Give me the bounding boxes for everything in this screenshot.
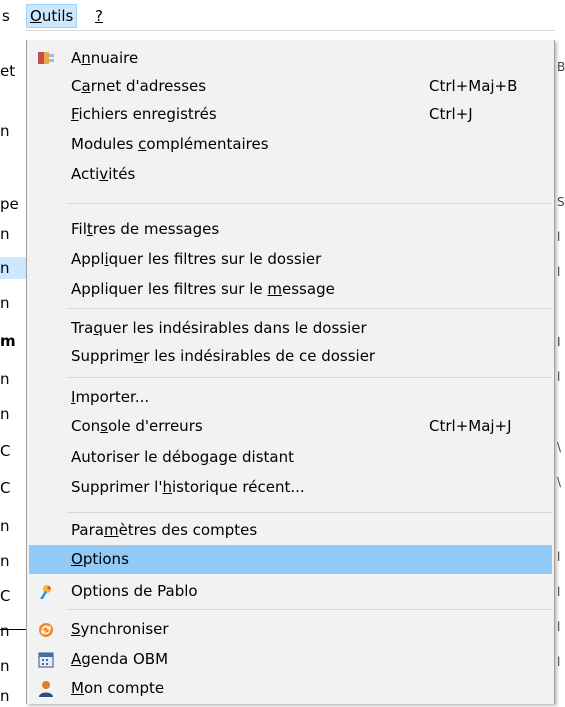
bg-right-fragment: I [557, 335, 561, 349]
menubar-item-previous[interactable]: s [0, 5, 13, 27]
menu-item-annuaire[interactable]: Annuaire [29, 44, 552, 72]
address-book-icon [37, 49, 55, 67]
menu-item-label: Importer... [71, 388, 150, 406]
menubar: s Outils ? [0, 0, 565, 31]
menu-item-appliquer-filtres-dossier[interactable]: Appliquer les filtres sur le dossier [29, 245, 552, 273]
bg-fragment: C [0, 587, 11, 605]
menu-item-appliquer-filtres-message[interactable]: Appliquer les filtres sur le message [29, 275, 552, 303]
bg-fragment: C [0, 479, 11, 497]
menu-item-label: Mon compte [71, 679, 165, 697]
menu-item-options-pablo[interactable]: Options de Pablo [29, 577, 552, 605]
menu-item-label: Supprimer l'historique récent... [71, 478, 305, 496]
bg-fragment: n [0, 552, 10, 570]
background-window-right: B S l l I l \ \ l l l l [555, 30, 565, 704]
menu-item-carnet-adresses[interactable]: Carnet d'adresses Ctrl+Maj+B [29, 72, 552, 100]
bg-fragment-selected: n [0, 257, 26, 279]
user-account-icon [37, 679, 55, 697]
menu-item-traquer-indesirables[interactable]: Traquer les indésirables dans le dossier [29, 314, 552, 342]
menubar-help-label: ? [95, 7, 103, 25]
bg-fragment: n [0, 225, 10, 243]
menu-item-importer[interactable]: Importer... [29, 383, 552, 411]
bg-right-fragment: B [557, 60, 565, 74]
bg-fragment: n [0, 294, 10, 312]
menu-item-debogage-distant[interactable]: Autoriser le débogage distant [29, 443, 552, 471]
bg-fragment: n [0, 517, 10, 535]
bg-right-fragment: \ [557, 440, 562, 454]
menu-item-parametres-comptes[interactable]: Paramètres des comptes [29, 516, 552, 544]
bg-fragment: C [0, 442, 11, 460]
menu-item-shortcut: Ctrl+Maj+J [429, 417, 512, 435]
menu-item-shortcut: Ctrl+J [429, 105, 473, 123]
pablo-options-icon [37, 582, 55, 600]
menubar-item-outils[interactable]: Outils [26, 4, 78, 28]
menu-item-agenda-obm[interactable]: Agenda OBM [29, 645, 552, 673]
bg-right-fragment: l [557, 655, 561, 669]
menu-item-label: Autoriser le débogage distant [71, 448, 294, 466]
bg-fragment: n [0, 405, 10, 423]
menu-separator [67, 512, 552, 513]
menu-item-console-erreurs[interactable]: Console d'erreurs Ctrl+Maj+J [29, 412, 552, 440]
bg-fragment: n [0, 687, 10, 704]
menu-item-label: Filtres de messages [71, 220, 220, 238]
bg-right-fragment: l [557, 620, 561, 634]
background-window-left: et n pe n n n m n n C C n n C n n n [0, 30, 26, 704]
menu-item-filtres-messages[interactable]: Filtres de messages [29, 215, 552, 243]
menu-item-modules-complementaires[interactable]: Modules complémentaires [29, 130, 552, 158]
calendar-icon [37, 650, 55, 668]
menu-item-label: Options [71, 550, 129, 568]
menu-item-options[interactable]: Options [29, 545, 552, 574]
bg-right-fragment: l [557, 370, 561, 384]
bg-fragment: n [0, 370, 10, 388]
menu-item-label: Activités [71, 165, 136, 183]
menu-item-label: Agenda OBM [71, 650, 169, 668]
menu-item-label: Annuaire [71, 49, 139, 67]
menubar-item-help[interactable]: ? [92, 5, 106, 27]
menu-separator [67, 609, 552, 610]
bg-right-fragment: S [557, 195, 565, 209]
menu-item-label: Fichiers enregistrés [71, 105, 217, 123]
outils-menu: Annuaire Carnet d'adresses Ctrl+Maj+B Fi… [26, 40, 555, 704]
sync-icon [37, 620, 55, 638]
bg-right-fragment: l [557, 230, 561, 244]
menu-item-supprimer-historique[interactable]: Supprimer l'historique récent... [29, 473, 552, 501]
bg-fragment: n [0, 657, 10, 675]
menu-item-label: Console d'erreurs [71, 417, 203, 435]
bg-right-fragment: l [557, 550, 561, 564]
bg-fragment: m [0, 332, 16, 350]
menu-separator [67, 377, 552, 378]
menu-item-label: Traquer les indésirables dans le dossier [71, 319, 367, 337]
menu-item-supprimer-indesirables[interactable]: Supprimer les indésirables de ce dossier [29, 342, 552, 370]
menu-separator [67, 203, 552, 204]
bg-fragment: n [0, 122, 10, 140]
menu-item-fichiers-enregistres[interactable]: Fichiers enregistrés Ctrl+J [29, 100, 552, 128]
menu-item-label: Modules complémentaires [71, 135, 269, 153]
menu-item-label: Carnet d'adresses [71, 77, 207, 95]
bg-fragment: n [0, 622, 10, 640]
menu-item-synchroniser[interactable]: Synchroniser [29, 615, 552, 643]
menu-item-label: Synchroniser [71, 620, 169, 638]
menu-item-label: Paramètres des comptes [71, 521, 258, 539]
bg-right-fragment: l [557, 585, 561, 599]
bg-right-fragment: \ [557, 475, 562, 489]
menubar-outils-mnemonic: O [30, 7, 42, 25]
menu-item-activites[interactable]: Activités [29, 160, 552, 188]
menu-separator [67, 308, 552, 309]
bg-fragment: pe [0, 195, 19, 213]
menu-item-label: Options de Pablo [71, 582, 198, 600]
menu-item-shortcut: Ctrl+Maj+B [429, 77, 518, 95]
menu-item-label: Appliquer les filtres sur le message [71, 280, 335, 298]
menu-item-label: Supprimer les indésirables de ce dossier [71, 347, 376, 365]
menubar-outils-label: utils [41, 7, 74, 25]
bg-right-fragment: l [557, 265, 561, 279]
menu-item-label: Appliquer les filtres sur le dossier [71, 250, 322, 268]
menu-item-mon-compte[interactable]: Mon compte [29, 674, 552, 702]
bg-fragment: et [0, 62, 16, 80]
